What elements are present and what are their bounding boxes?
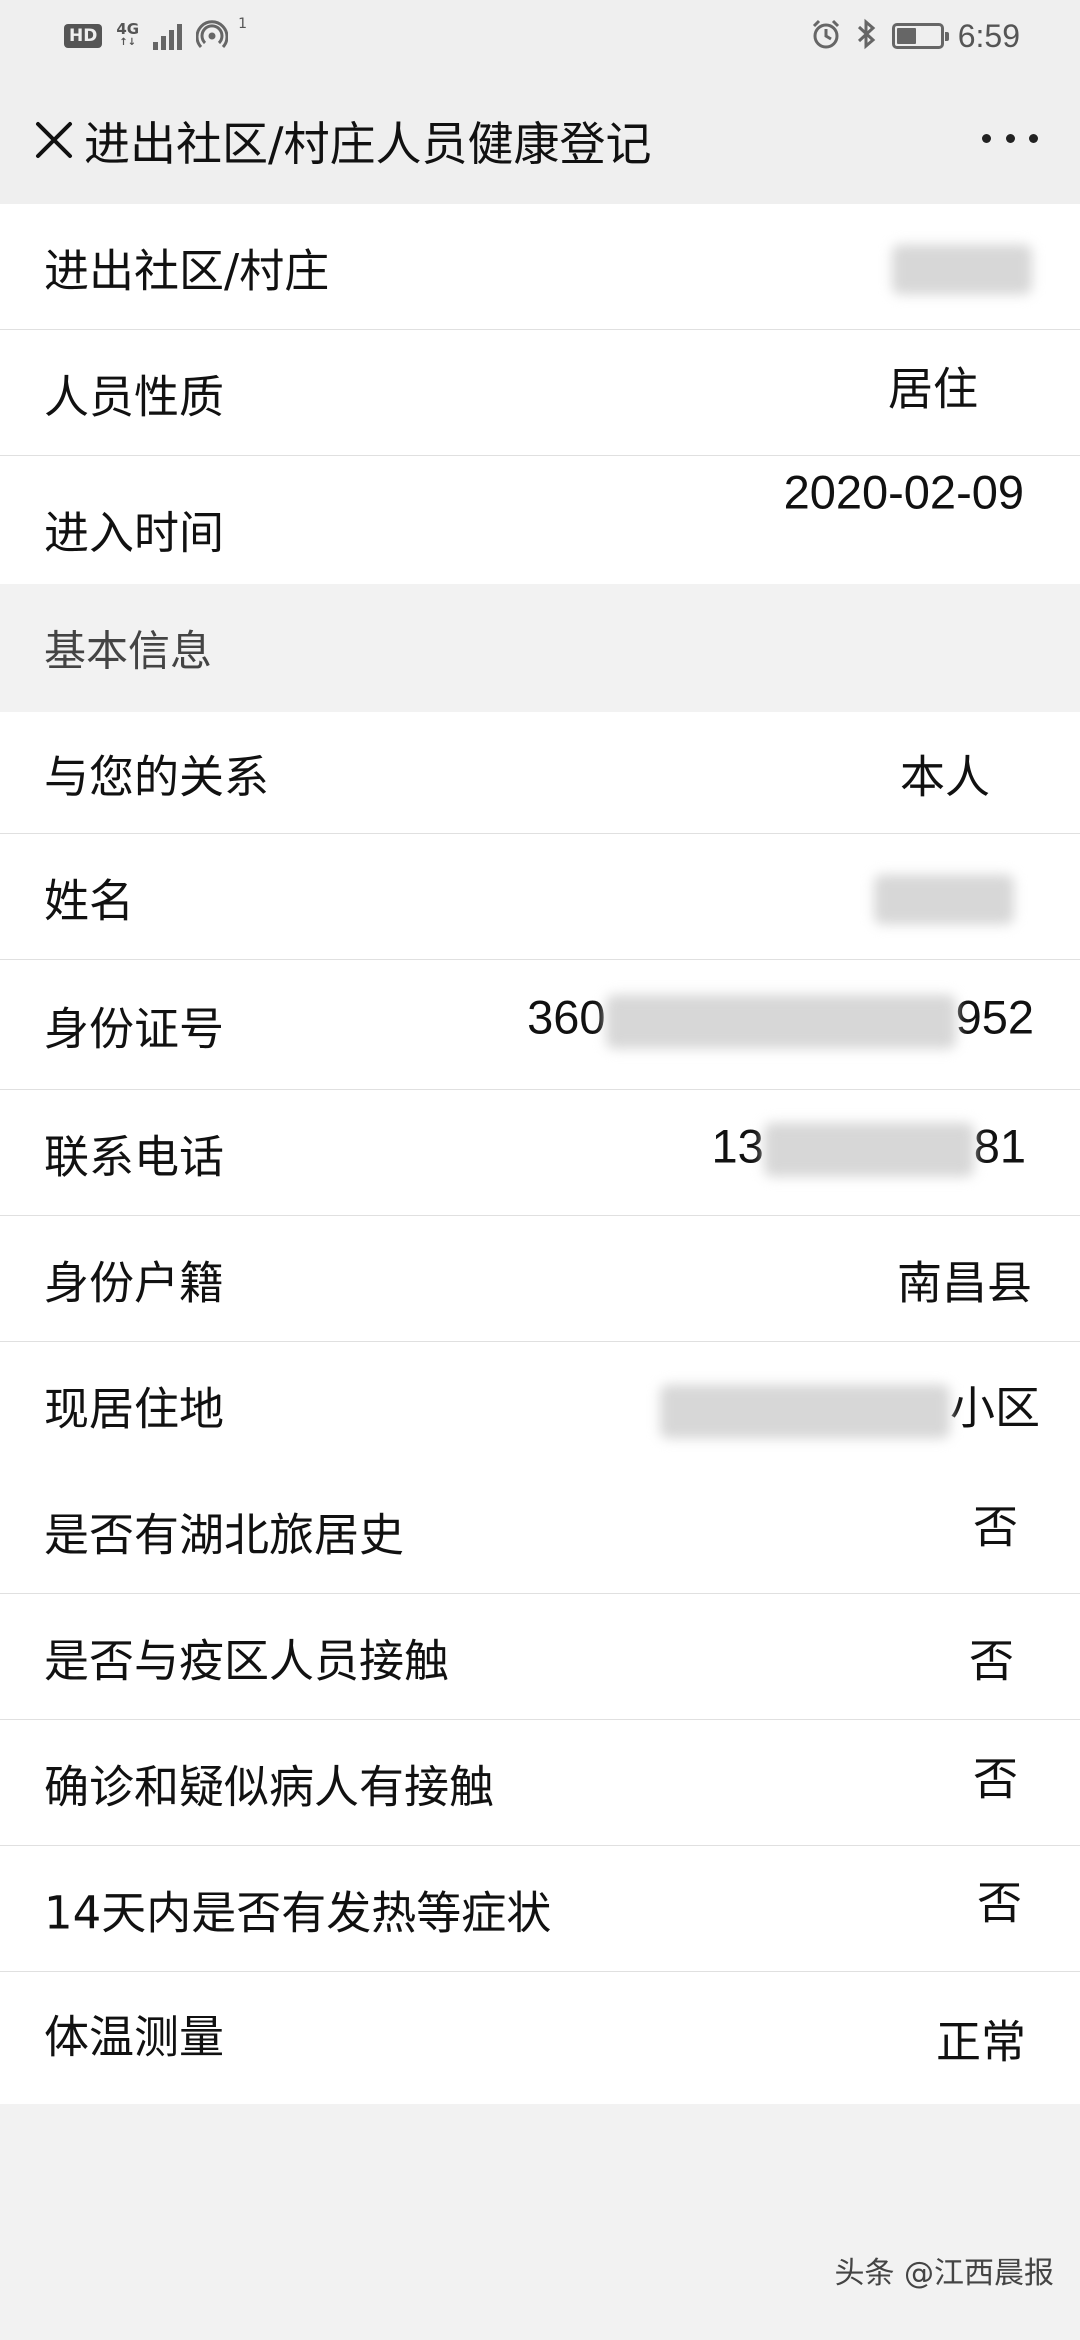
entry-info-section: 进出社区/村庄 人员性质 居住 进入时间 2020-02-09 — [0, 204, 1080, 586]
entry-time-label: 进入时间 — [44, 506, 225, 560]
close-icon[interactable] — [32, 118, 76, 162]
patient-contact-value: 否 — [972, 1752, 1018, 1806]
phone-label: 联系电话 — [44, 1130, 225, 1183]
form-row-phone[interactable]: 联系电话 13 81 — [0, 1090, 1080, 1216]
phone-value: 13 81 — [711, 1118, 1026, 1177]
hotspot-icon — [195, 18, 229, 54]
network-type-icon: 4G ↑↓ — [116, 22, 139, 50]
battery-icon — [891, 23, 949, 49]
epidemic-contact-label: 是否与疫区人员接触 — [44, 1634, 450, 1687]
name-label: 姓名 — [44, 874, 135, 927]
relationship-value: 本人 — [899, 750, 990, 803]
community-label: 进出社区/村庄 — [44, 244, 330, 297]
name-value — [874, 869, 1014, 924]
temperature-value: 正常 — [935, 2015, 1026, 2069]
bluetooth-icon — [856, 18, 878, 54]
phone-prefix: 13 — [711, 1119, 764, 1173]
status-bar-left: HD 4G ↑↓ 1 — [64, 16, 251, 54]
battery-level-fill — [896, 28, 916, 44]
patient-contact-label: 确诊和疑似病人有接触 — [44, 1760, 495, 1813]
form-row-person-type[interactable]: 人员性质 居住 — [0, 330, 1080, 456]
form-row-entry-time[interactable]: 进入时间 2020-02-09 — [0, 456, 1080, 586]
form-row-fever-symptoms[interactable]: 14天内是否有发热等症状 否 — [0, 1846, 1080, 1972]
status-time: 6:59 — [957, 17, 1020, 54]
form-row-id-number[interactable]: 身份证号 360 952 — [0, 960, 1080, 1090]
hd-icon: HD — [64, 24, 103, 48]
person-type-value: 居住 — [887, 362, 978, 416]
household-registration-label: 身份户籍 — [44, 1256, 225, 1309]
form-row-residence[interactable]: 现居住地 小区 — [0, 1342, 1080, 1468]
status-bar: HD 4G ↑↓ 1 6:59 — [0, 0, 1080, 72]
basic-info-section: 与您的关系 本人 姓名 身份证号 360 952 联系电话 13 81 身份户籍 南… — [0, 712, 1080, 2104]
residence-suffix: 小区 — [949, 1381, 1040, 1435]
id-number-suffix: 952 — [955, 991, 1034, 1045]
form-row-community[interactable]: 进出社区/村庄 — [0, 204, 1080, 330]
alarm-icon — [810, 18, 842, 54]
form-row-hubei-history[interactable]: 是否有湖北旅居史 否 — [0, 1468, 1080, 1594]
network-activity-label: ↑↓ — [119, 37, 137, 48]
epidemic-contact-value: 否 — [968, 1634, 1014, 1687]
more-dots-icon[interactable] — [982, 116, 1038, 160]
id-number-prefix: 360 — [527, 991, 606, 1045]
phone-suffix: 81 — [973, 1119, 1026, 1173]
temperature-label: 体温测量 — [44, 2010, 225, 2064]
residence-label: 现居住地 — [44, 1382, 225, 1436]
network-type-label: 4G — [116, 20, 140, 38]
form-row-patient-contact[interactable]: 确诊和疑似病人有接触 否 — [0, 1720, 1080, 1846]
form-row-name[interactable]: 姓名 — [0, 834, 1080, 960]
page-title: 进出社区/村庄人员健康登记 — [84, 117, 652, 171]
hubei-history-label: 是否有湖北旅居史 — [44, 1508, 405, 1561]
hubei-history-value: 否 — [972, 1500, 1018, 1554]
source-watermark: 头条 @江西晨报 — [834, 2256, 1054, 2291]
navigation-bar: 进出社区/村庄人员健康登记 — [0, 72, 1080, 204]
person-type-label: 人员性质 — [44, 370, 225, 423]
fever-symptoms-label: 14天内是否有发热等症状 — [44, 1886, 552, 1939]
form-row-household-registration[interactable]: 身份户籍 南昌县 — [0, 1216, 1080, 1342]
fever-symptoms-value: 否 — [976, 1876, 1022, 1929]
entry-time-value: 2020-02-09 — [783, 465, 1024, 519]
household-registration-value: 南昌县 — [896, 1256, 1032, 1309]
community-value — [892, 239, 1032, 294]
hotspot-count: 1 — [238, 16, 248, 32]
relationship-label: 与您的关系 — [44, 750, 270, 803]
basic-info-title: 基本信息 — [44, 626, 213, 676]
residence-value: 小区 — [659, 1372, 1040, 1439]
basic-info-header: 基本信息 — [0, 584, 1080, 712]
form-row-relationship[interactable]: 与您的关系 本人 — [0, 712, 1080, 834]
status-bar-right: 6:59 — [810, 18, 1020, 55]
id-number-value: 360 952 — [527, 990, 1034, 1049]
signal-icon — [153, 22, 183, 50]
id-number-label: 身份证号 — [44, 1002, 225, 1055]
form-row-epidemic-contact[interactable]: 是否与疫区人员接触 否 — [0, 1594, 1080, 1720]
form-row-temperature[interactable]: 体温测量 正常 — [0, 1972, 1080, 2104]
